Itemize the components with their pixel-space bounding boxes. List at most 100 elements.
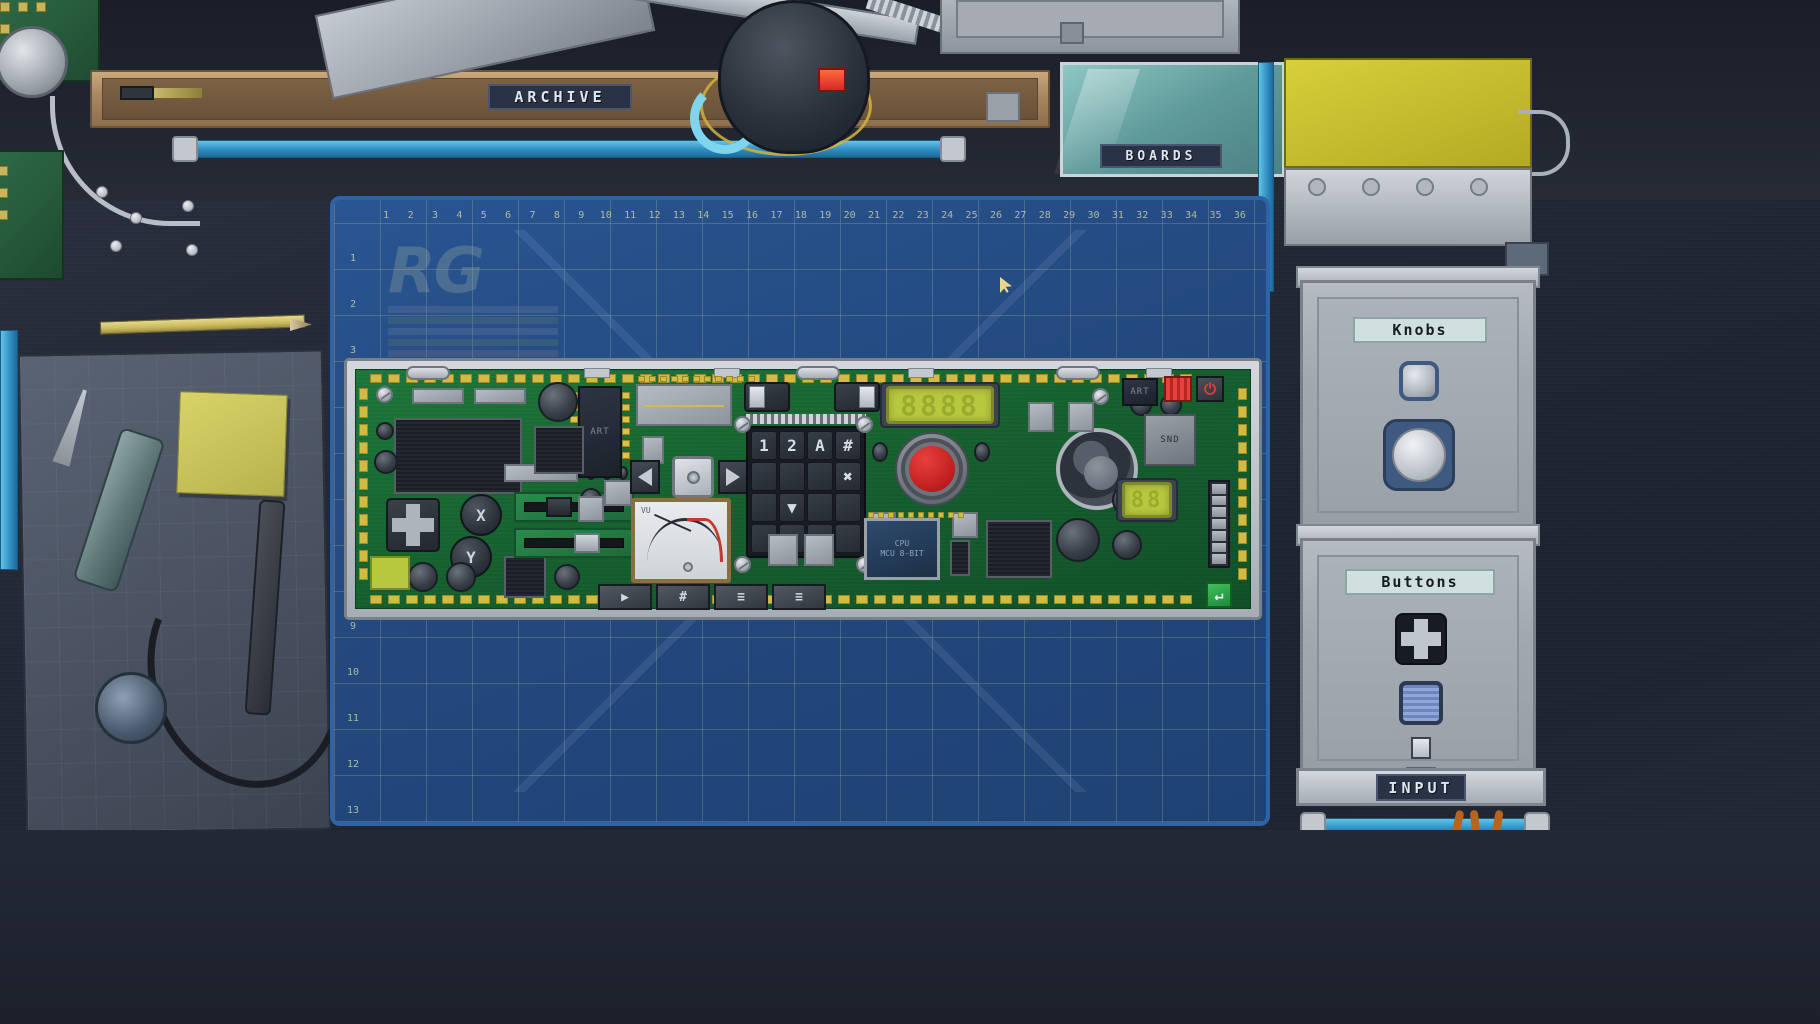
panel-title-buttons: Buttons <box>1345 569 1495 595</box>
scrap-pcb-left <box>0 150 64 280</box>
ruler-tick: 1 <box>383 210 390 221</box>
ruler-tick: 34 <box>1185 210 1198 221</box>
mat-logo-text: RG <box>388 234 485 307</box>
ruler-tick: 33 <box>1160 210 1173 221</box>
capacitor <box>408 562 438 592</box>
keypad-key[interactable] <box>751 462 777 491</box>
dpad-button[interactable] <box>386 498 440 552</box>
ruler-tick: 32 <box>1136 210 1149 221</box>
keypad-key[interactable]: ✖ <box>835 462 861 491</box>
memory-module <box>394 418 522 494</box>
connector-block <box>986 520 1052 578</box>
ruler-tick: 2 <box>407 210 414 221</box>
ruler-tick: 9 <box>578 210 585 221</box>
arm-indicator-light <box>818 68 846 92</box>
board-clip <box>908 368 934 378</box>
main-circuit-board[interactable]: X Y VU ART 1 2 A # ✖ ▼ 8888 CPU MCU 8-BI… <box>344 358 1262 620</box>
ruler-tick: 21 <box>867 210 881 221</box>
chip-small <box>504 556 546 598</box>
ruler-tick: 35 <box>1209 210 1222 221</box>
keypad-key[interactable]: # <box>835 431 861 460</box>
keypad-key[interactable]: 1 <box>751 431 777 460</box>
ruler-tick: 25 <box>965 210 978 221</box>
nav-right-button[interactable] <box>718 460 748 494</box>
potentiometer-large[interactable] <box>1056 518 1100 562</box>
power-icon[interactable]: ⏻ <box>1196 376 1224 402</box>
rotary-encoder[interactable] <box>538 382 578 422</box>
knob-small-icon[interactable] <box>1399 361 1439 401</box>
uart-chip-label: ART <box>590 427 610 437</box>
save-icon <box>1060 22 1084 44</box>
ruler-tick: 10 <box>599 210 612 221</box>
screw-icon <box>376 386 393 403</box>
keypad-key[interactable] <box>835 524 861 553</box>
diode <box>1028 402 1054 432</box>
ruler-tick: 16 <box>746 210 759 221</box>
screw-icon <box>186 244 198 256</box>
component-tray[interactable] <box>1284 168 1532 246</box>
sound-module <box>636 384 732 426</box>
ruler-tick: 24 <box>941 210 954 221</box>
keypad-key[interactable] <box>835 493 861 522</box>
tiny-button-icon[interactable] <box>1411 737 1431 759</box>
screw-icon <box>96 186 108 198</box>
slider-module-2[interactable] <box>514 528 634 558</box>
screw-icon <box>856 416 873 433</box>
ruler-tick: 22 <box>892 210 905 221</box>
keypad-key[interactable] <box>751 493 777 522</box>
keypad-key[interactable]: A <box>807 431 833 460</box>
keypad-key[interactable]: ▼ <box>779 493 805 522</box>
keypad-key[interactable] <box>807 462 833 491</box>
cabinet-top <box>940 0 1240 54</box>
ruler-tick: 36 <box>1233 210 1246 221</box>
keypad-key[interactable] <box>779 462 805 491</box>
knob-large-icon[interactable] <box>1383 419 1455 491</box>
trim-potentiometer[interactable] <box>374 450 398 474</box>
input-label-plate: INPUT <box>1376 773 1466 801</box>
ruler-tick: 27 <box>1014 210 1027 221</box>
uart-chip-2: ART <box>1122 378 1158 406</box>
ruler-tick: 15 <box>721 210 734 221</box>
potentiometer-small[interactable] <box>1112 530 1142 560</box>
fn-button-play[interactable]: ▶ <box>598 584 652 610</box>
resistor-array <box>950 540 970 576</box>
input-banner[interactable]: INPUT <box>1296 768 1546 806</box>
ruler-tick: 14 <box>697 210 710 221</box>
shelf-latch[interactable] <box>986 92 1020 122</box>
nav-center-button[interactable] <box>672 456 714 498</box>
ruler-tick: 13 <box>346 805 360 816</box>
ruler-tick: 26 <box>989 210 1002 221</box>
inventory-panel-buttons[interactable]: Buttons <box>1300 538 1536 778</box>
small-seven-segment-display: 88 <box>1122 482 1172 518</box>
enter-button[interactable]: ↵ <box>1206 582 1232 608</box>
archive-label-plate[interactable]: ARCHIVE <box>488 84 632 110</box>
keypad-key[interactable] <box>807 493 833 522</box>
board-clip <box>406 366 450 380</box>
pipe-cap-left <box>172 136 198 162</box>
resistor-pack <box>474 388 526 404</box>
screw-icon <box>182 200 194 212</box>
ruler-tick: 7 <box>529 210 536 221</box>
dpad-icon[interactable] <box>1395 613 1447 665</box>
cable-hook <box>1518 110 1570 176</box>
ruler-tick: 18 <box>794 210 807 221</box>
nav-left-button[interactable] <box>630 460 660 494</box>
ruler-tick: 30 <box>1087 210 1100 221</box>
boards-label-plate[interactable]: BOARDS <box>1100 144 1222 168</box>
robot-arm-head[interactable] <box>718 0 870 154</box>
toggle-switch-1[interactable] <box>744 382 790 412</box>
pipe-vertical-left <box>0 330 18 570</box>
pause-icon[interactable] <box>1164 376 1192 402</box>
pipe-cap-right <box>940 136 966 162</box>
toggle-switch-2[interactable] <box>834 382 880 412</box>
fn-button-menu[interactable]: ≡ <box>714 584 768 610</box>
pcb-substrate: X Y VU ART 1 2 A # ✖ ▼ 8888 CPU MCU 8-BI… <box>355 366 1251 610</box>
inventory-panel-knobs[interactable]: Knobs <box>1300 280 1536 530</box>
blue-button-icon[interactable] <box>1399 681 1443 725</box>
fn-button-hash[interactable]: # <box>656 584 710 610</box>
keypad-key[interactable]: 2 <box>779 431 805 460</box>
yellow-storage-panel[interactable] <box>1284 58 1532 168</box>
emergency-red-button[interactable] <box>901 438 963 500</box>
fn-button-list[interactable]: ≡ <box>772 584 826 610</box>
round-button-x[interactable]: X <box>460 494 502 536</box>
